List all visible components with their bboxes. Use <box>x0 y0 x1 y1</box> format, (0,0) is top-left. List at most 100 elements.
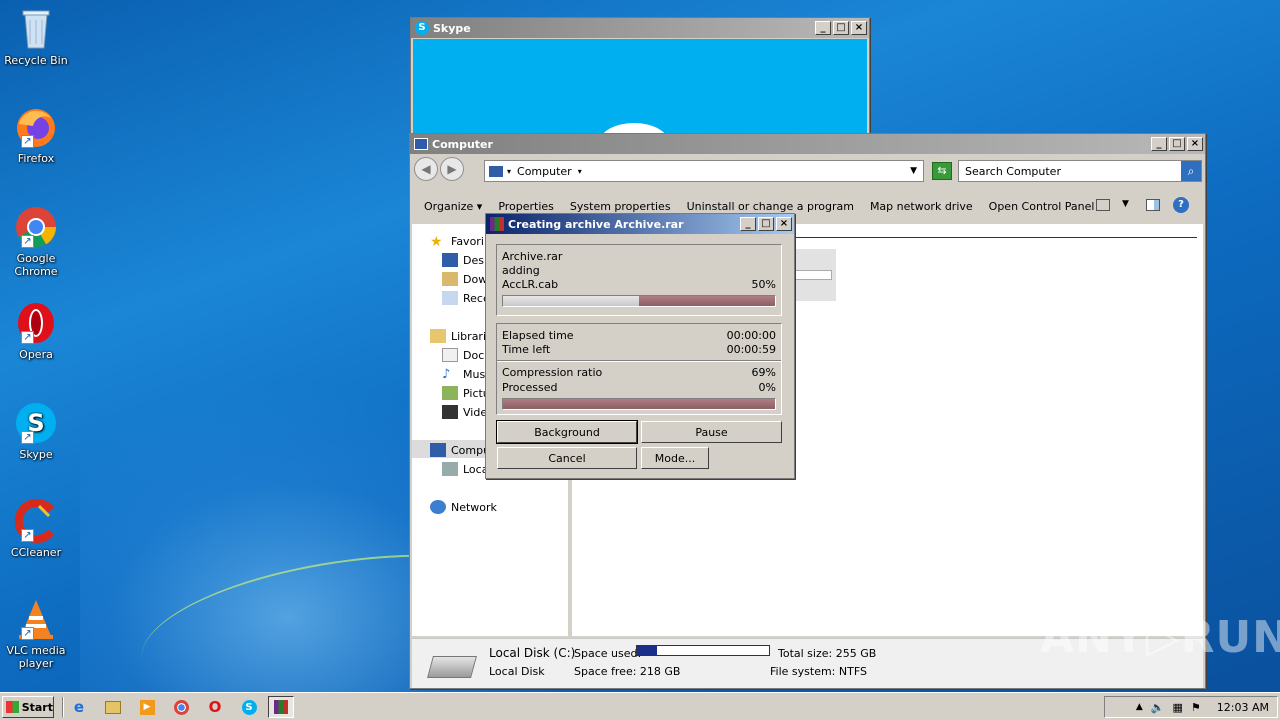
open-control-panel-button[interactable]: Open Control Panel <box>989 200 1095 213</box>
current-file-group: Archive.rar adding AccLR.cab 50% <box>496 244 782 316</box>
explorer-titlebar[interactable]: Computer _ □ × <box>410 134 1205 154</box>
time-left-value: 00:00:59 <box>726 343 776 356</box>
view-options-icon[interactable] <box>1096 199 1110 211</box>
nav-libraries[interactable]: Librari <box>430 329 486 343</box>
start-button[interactable]: Start <box>2 696 54 718</box>
background-button[interactable]: Background <box>496 420 638 444</box>
nav-network[interactable]: Network <box>430 500 497 514</box>
clock[interactable]: 12:03 AM <box>1217 701 1269 714</box>
libraries-icon <box>430 329 446 343</box>
volume-icon[interactable]: 🔈 <box>1151 701 1165 714</box>
skype-titlebar[interactable]: S Skype _ □ × <box>411 18 869 38</box>
view-dropdown-icon[interactable]: ▼ <box>1122 199 1129 209</box>
compression-ratio-label: Compression ratio <box>502 366 603 379</box>
desktop-icon-label: Recycle Bin <box>4 54 68 67</box>
mode-button[interactable]: Mode... <box>641 447 709 469</box>
search-box[interactable]: Search Computer ⌕ <box>958 160 1202 182</box>
stats-group: Elapsed time 00:00:00 Time left 00:00:59 C… <box>496 323 782 415</box>
skype-window[interactable]: S Skype _ □ × <box>410 17 870 147</box>
forward-button[interactable]: ▶ <box>440 157 464 181</box>
properties-button[interactable]: Properties <box>498 200 554 213</box>
total-size: Total size: 255 GB <box>778 647 877 660</box>
pause-button[interactable]: Pause <box>641 421 782 443</box>
refresh-button[interactable]: ⇆ <box>932 162 952 180</box>
address-bar[interactable]: ▾ Computer ▾ ▼ <box>484 160 924 182</box>
close-button[interactable]: × <box>851 21 867 35</box>
file-percent: 50% <box>751 278 776 291</box>
nav-videos[interactable]: Vide <box>442 405 487 419</box>
processed-progress-bar <box>502 398 776 410</box>
nav-label: Dow <box>463 272 488 286</box>
search-input[interactable]: Search Computer <box>959 165 1181 178</box>
network-tray-icon[interactable]: ▦ <box>1173 701 1183 714</box>
processed-progress-remaining <box>503 399 775 409</box>
pictures-icon <box>442 386 458 400</box>
file-system: File system: NTFS <box>770 665 867 678</box>
taskbar-winrar-icon[interactable] <box>268 696 294 718</box>
nav-music[interactable]: ♪ Musi <box>442 367 488 382</box>
maximize-button[interactable]: □ <box>758 217 774 231</box>
computer-icon <box>414 138 428 150</box>
address-dropdown-icon[interactable]: ▼ <box>910 166 917 176</box>
star-icon: ★ <box>430 234 443 250</box>
nav-recent[interactable]: Rece <box>442 291 490 305</box>
winrar-dialog[interactable]: Creating archive Archive.rar _ □ × Archi… <box>485 213 795 479</box>
cancel-button[interactable]: Cancel <box>497 447 637 469</box>
desktop-icon-label: Firefox <box>17 152 55 165</box>
nav-computer[interactable]: Compu <box>430 443 490 457</box>
preview-pane-icon[interactable] <box>1146 199 1160 211</box>
nav-documents[interactable]: Docu <box>442 348 491 362</box>
taskbar: Start e ▶ O S ▲ 🔈 ▦ ⚑ 12:03 AM <box>0 692 1280 720</box>
help-icon[interactable]: ? <box>1173 197 1189 213</box>
winrar-icon <box>490 217 504 231</box>
search-icon[interactable]: ⌕ <box>1181 161 1201 181</box>
close-button[interactable]: × <box>1187 137 1203 151</box>
skype-content <box>413 39 867 146</box>
action-center-flag-icon[interactable]: ⚑ <box>1191 701 1201 714</box>
address-chevron-icon[interactable]: ▾ <box>507 167 511 176</box>
space-used-label: Space used: <box>574 647 642 660</box>
map-network-drive-button[interactable]: Map network drive <box>870 200 973 213</box>
taskbar-media-player-icon[interactable]: ▶ <box>134 696 160 718</box>
firefox-icon: ↗ <box>13 104 59 150</box>
taskbar-ie-icon[interactable]: e <box>66 696 92 718</box>
computer-icon <box>430 443 446 457</box>
desktop-icon-firefox[interactable]: ↗ Firefox <box>4 104 68 165</box>
address-chevron-icon[interactable]: ▾ <box>578 167 582 176</box>
nav-downloads[interactable]: Dow <box>442 272 487 286</box>
close-button[interactable]: × <box>776 217 792 231</box>
maximize-button[interactable]: □ <box>833 21 849 35</box>
stats-divider <box>497 360 781 362</box>
maximize-button[interactable]: □ <box>1169 137 1185 151</box>
address-text: Computer <box>517 164 572 178</box>
tray-expand-icon[interactable]: ▲ <box>1136 702 1143 712</box>
taskbar-skype-icon[interactable]: S <box>236 696 262 718</box>
computer-icon <box>489 165 503 177</box>
minimize-button[interactable]: _ <box>1151 137 1167 151</box>
minimize-button[interactable]: _ <box>740 217 756 231</box>
minimize-button[interactable]: _ <box>815 21 831 35</box>
nav-local-disk[interactable]: Loca <box>442 462 488 476</box>
nav-desktop[interactable]: Desk <box>442 253 490 267</box>
elapsed-label: Elapsed time <box>502 329 574 342</box>
uninstall-program-button[interactable]: Uninstall or change a program <box>687 200 854 213</box>
desktop-icon-label: VLC media player <box>6 644 66 670</box>
nav-label: Favori <box>451 234 484 248</box>
winrar-titlebar[interactable]: Creating archive Archive.rar _ □ × <box>486 214 794 234</box>
nav-pictures[interactable]: Pictu <box>442 386 490 400</box>
desktop-icon-opera[interactable]: ↗ Opera <box>4 300 68 361</box>
system-properties-button[interactable]: System properties <box>570 200 671 213</box>
desktop-icon-skype[interactable]: S ↗ Skype <box>4 400 68 461</box>
ccleaner-icon: ↗ <box>13 498 59 544</box>
desktop-icon-label: Google Chrome <box>14 252 58 278</box>
nav-favorites[interactable]: ★ Favori <box>430 234 484 250</box>
desktop-icon-chrome[interactable]: ↗ Google Chrome <box>4 204 68 278</box>
back-button[interactable]: ◀ <box>414 157 438 181</box>
desktop-icon-recycle-bin[interactable]: Recycle Bin <box>4 6 68 67</box>
taskbar-chrome-icon[interactable] <box>168 696 194 718</box>
desktop-icon-ccleaner[interactable]: ↗ CCleaner <box>4 498 68 559</box>
organize-menu[interactable]: Organize ▾ <box>424 200 482 213</box>
taskbar-opera-icon[interactable]: O <box>202 696 228 718</box>
desktop-icon-vlc[interactable]: ↗ VLC media player <box>4 596 68 670</box>
taskbar-explorer-icon[interactable] <box>100 696 126 718</box>
